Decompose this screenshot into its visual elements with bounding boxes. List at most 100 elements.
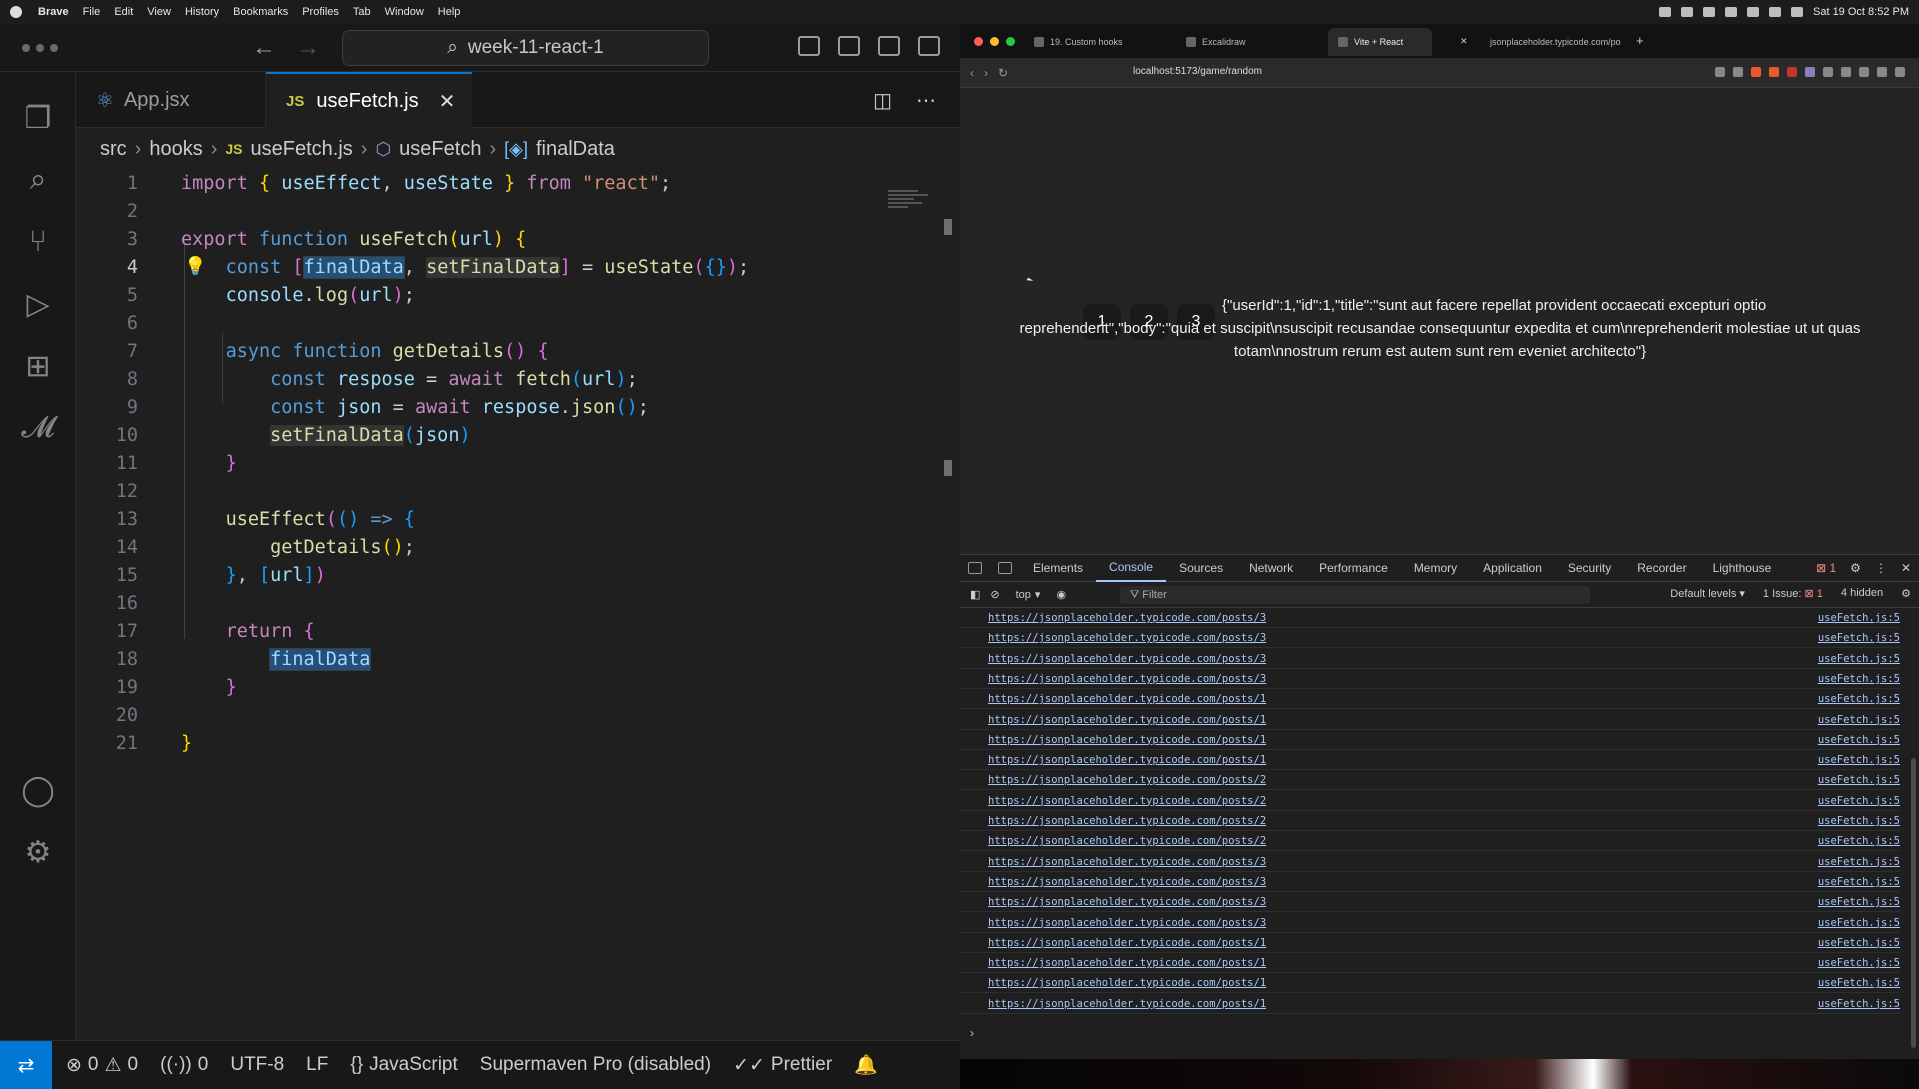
log-url-link[interactable]: https://jsonplaceholder.typicode.com/pos… <box>988 917 1266 929</box>
tab-performance[interactable]: Performance <box>1306 555 1401 582</box>
eol-indicator[interactable]: LF <box>306 1054 328 1076</box>
tab-memory[interactable]: Memory <box>1401 555 1470 582</box>
toggle-sidebar-icon[interactable] <box>798 36 820 56</box>
log-url-link[interactable]: https://jsonplaceholder.typicode.com/pos… <box>988 754 1266 766</box>
log-url-link[interactable]: https://jsonplaceholder.typicode.com/pos… <box>988 734 1266 746</box>
log-source-link[interactable]: useFetch.js:5 <box>1818 774 1900 786</box>
log-url-link[interactable]: https://jsonplaceholder.typicode.com/pos… <box>988 815 1266 827</box>
close-icon[interactable]: ✕ <box>439 89 456 114</box>
menu-history[interactable]: History <box>185 6 219 18</box>
search-icon[interactable] <box>1769 7 1781 17</box>
share-icon[interactable] <box>1733 67 1743 77</box>
vpn-icon[interactable] <box>1877 67 1887 77</box>
log-source-link[interactable]: useFetch.js:5 <box>1818 612 1900 624</box>
sidebar-toggle-icon[interactable]: ◧ <box>970 588 980 601</box>
log-source-link[interactable]: useFetch.js:5 <box>1818 632 1900 644</box>
menubar-clock[interactable]: Sat 19 Oct 8:52 PM <box>1813 6 1909 18</box>
log-source-link[interactable]: useFetch.js:5 <box>1818 815 1900 827</box>
window-controls[interactable] <box>22 44 58 52</box>
tab-security[interactable]: Security <box>1555 555 1624 582</box>
account-icon[interactable]: ◯ <box>20 772 56 808</box>
search-icon[interactable]: ⌕ <box>20 162 56 198</box>
menu-profiles[interactable]: Profiles <box>302 6 339 18</box>
device-toolbar-icon[interactable] <box>998 562 1012 574</box>
log-source-link[interactable]: useFetch.js:5 <box>1818 734 1900 746</box>
gear-icon[interactable]: ⚙ <box>1901 587 1911 600</box>
wifi-icon[interactable] <box>1747 7 1759 17</box>
extension-icon[interactable] <box>1787 67 1797 77</box>
remote-icon[interactable]: ⇄ <box>0 1040 52 1089</box>
tab-lighthouse[interactable]: Lighthouse <box>1700 555 1785 582</box>
log-source-link[interactable]: useFetch.js:5 <box>1818 795 1900 807</box>
menu-window[interactable]: Window <box>385 6 424 18</box>
log-url-link[interactable]: https://jsonplaceholder.typicode.com/pos… <box>988 774 1266 786</box>
sidebar-icon[interactable] <box>1841 67 1851 77</box>
breadcrumb-file[interactable]: useFetch.js <box>251 138 353 161</box>
menu-bookmarks[interactable]: Bookmarks <box>233 6 288 18</box>
status-icon[interactable] <box>1659 7 1671 17</box>
context-selector[interactable]: top ▾ <box>1016 588 1041 602</box>
control-center-icon[interactable] <box>1791 7 1803 17</box>
log-source-link[interactable]: useFetch.js:5 <box>1818 693 1900 705</box>
toggle-secondary-sidebar-icon[interactable] <box>878 36 900 56</box>
scrollbar-marker[interactable] <box>944 460 952 476</box>
menu-app[interactable]: Brave <box>38 6 69 18</box>
breadcrumb-hooks[interactable]: hooks <box>149 138 202 161</box>
log-url-link[interactable]: https://jsonplaceholder.typicode.com/pos… <box>988 714 1266 726</box>
tab-usefetch-js[interactable]: JS useFetch.js ✕ <box>266 72 472 128</box>
log-source-link[interactable]: useFetch.js:5 <box>1818 937 1900 949</box>
menu-view[interactable]: View <box>147 6 171 18</box>
forward-arrow-icon[interactable]: → <box>296 34 320 62</box>
log-source-link[interactable]: useFetch.js:5 <box>1818 917 1900 929</box>
minimap[interactable] <box>888 190 936 216</box>
status-icon[interactable] <box>1703 7 1715 17</box>
menu-file[interactable]: File <box>83 6 101 18</box>
error-badge[interactable]: ⊠ 1 <box>1816 561 1836 575</box>
tab-app-jsx[interactable]: ⚛ App.jsx <box>76 72 266 128</box>
language-indicator[interactable]: {} JavaScript <box>350 1054 457 1076</box>
close-icon[interactable]: ✕ <box>1460 36 1468 47</box>
log-url-link[interactable]: https://jsonplaceholder.typicode.com/pos… <box>988 835 1266 847</box>
log-url-link[interactable]: https://jsonplaceholder.typicode.com/pos… <box>988 693 1266 705</box>
breadcrumb-src[interactable]: src <box>100 138 127 161</box>
supermaven-status[interactable]: Supermaven Pro (disabled) <box>480 1054 711 1076</box>
clear-console-icon[interactable]: ⊘ <box>990 588 999 601</box>
log-source-link[interactable]: useFetch.js:5 <box>1818 673 1900 685</box>
tab-recorder[interactable]: Recorder <box>1624 555 1699 582</box>
code-editor[interactable]: 1 import { useEffect, useState } from "r… <box>76 169 936 789</box>
prettier-status[interactable]: ✓✓ Prettier <box>733 1054 832 1077</box>
browser-tab-active[interactable]: Vite + React <box>1328 28 1432 56</box>
tab-elements[interactable]: Elements <box>1020 555 1096 582</box>
log-url-link[interactable]: https://jsonplaceholder.typicode.com/pos… <box>988 612 1266 624</box>
toggle-panel-icon[interactable] <box>838 36 860 56</box>
tab-network[interactable]: Network <box>1236 555 1306 582</box>
new-tab-icon[interactable]: + <box>1636 33 1644 48</box>
forward-arrow-icon[interactable]: › <box>984 66 988 80</box>
log-url-link[interactable]: https://jsonplaceholder.typicode.com/pos… <box>988 998 1266 1010</box>
more-actions-icon[interactable]: ⋯ <box>916 88 936 113</box>
log-url-link[interactable]: https://jsonplaceholder.typicode.com/pos… <box>988 957 1266 969</box>
more-options-icon[interactable]: ⋮ <box>1875 561 1887 575</box>
log-levels-dropdown[interactable]: Default levels ▾ <box>1670 587 1745 600</box>
console-prompt[interactable]: › <box>970 1026 974 1040</box>
log-url-link[interactable]: https://jsonplaceholder.typicode.com/pos… <box>988 977 1266 989</box>
log-url-link[interactable]: https://jsonplaceholder.typicode.com/pos… <box>988 632 1266 644</box>
wallet-icon[interactable] <box>1859 67 1869 77</box>
browser-tab[interactable]: Excalidraw <box>1176 28 1326 56</box>
log-source-link[interactable]: useFetch.js:5 <box>1818 998 1900 1010</box>
scrollbar-marker[interactable] <box>944 219 952 235</box>
log-source-link[interactable]: useFetch.js:5 <box>1818 856 1900 868</box>
eye-icon[interactable]: ◉ <box>1056 588 1066 601</box>
inspect-element-icon[interactable] <box>968 562 982 574</box>
tab-console[interactable]: Console <box>1096 555 1167 582</box>
log-source-link[interactable]: useFetch.js:5 <box>1818 977 1900 989</box>
close-window-button[interactable] <box>974 37 983 46</box>
extension-icon[interactable] <box>1823 67 1833 77</box>
customize-layout-icon[interactable] <box>918 36 940 56</box>
log-url-link[interactable]: https://jsonplaceholder.typicode.com/pos… <box>988 876 1266 888</box>
log-url-link[interactable]: https://jsonplaceholder.typicode.com/pos… <box>988 937 1266 949</box>
zoom-icon[interactable] <box>1715 67 1725 77</box>
menu-help[interactable]: Help <box>438 6 461 18</box>
log-url-link[interactable]: https://jsonplaceholder.typicode.com/pos… <box>988 795 1266 807</box>
issues-indicator[interactable]: 1 Issue: ⊠ 1 <box>1763 587 1823 600</box>
